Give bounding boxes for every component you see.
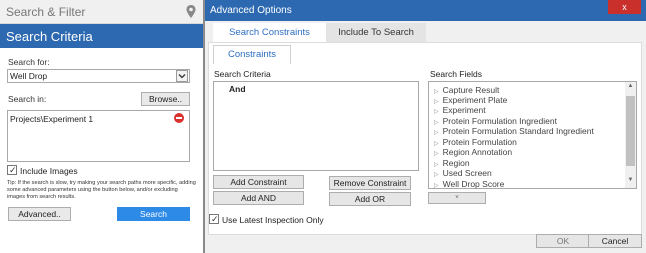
search-criteria-label: Search Criteria — [214, 69, 271, 79]
close-button[interactable]: x — [608, 0, 641, 14]
pin-icon[interactable] — [186, 5, 196, 19]
expand-triangle-icon[interactable]: ▷ — [434, 151, 439, 157]
list-item[interactable]: ▷ Region Annotation — [434, 147, 512, 157]
list-item[interactable]: ▷ Capture Result — [434, 85, 499, 95]
expand-triangle-icon[interactable]: ▷ — [434, 172, 439, 178]
search-filter-title: Search & Filter — [6, 5, 86, 19]
list-item[interactable]: ▷ Region — [434, 158, 470, 168]
advanced-button[interactable]: Advanced.. — [8, 207, 71, 221]
remove-constraint-button[interactable]: Remove Constraint — [329, 176, 411, 190]
list-item[interactable]: ▷ Well Drop Score — [434, 179, 504, 189]
list-item[interactable]: ▷ Protein Formulation — [434, 137, 517, 147]
tab-search-constraints[interactable]: Search Constraints — [213, 23, 326, 42]
scroll-down-icon[interactable]: ▼ — [626, 177, 635, 187]
add-or-button[interactable]: Add OR — [329, 192, 411, 206]
scrollbar-thumb[interactable] — [626, 96, 635, 166]
add-constraint-button[interactable]: Add Constraint — [213, 175, 304, 189]
chevron-down-icon[interactable]: ˅ — [455, 195, 459, 201]
search-for-value: Well Drop — [10, 71, 48, 81]
list-item[interactable]: ▷ Experiment Plate — [434, 95, 507, 105]
include-images-label: Include Images — [20, 166, 78, 176]
search-in-label: Search in: — [8, 94, 47, 104]
search-path-item[interactable]: Projects\Experiment 1 — [10, 114, 93, 124]
scroll-up-icon[interactable]: ▲ — [626, 83, 635, 93]
ok-button[interactable]: OK — [536, 234, 590, 248]
dialog-title: Advanced Options — [210, 5, 292, 16]
expand-triangle-icon[interactable]: ▷ — [434, 130, 439, 136]
list-item[interactable]: ▷ Experiment — [434, 105, 486, 115]
tip-text: Tip: If the search is slow, try making y… — [7, 180, 196, 200]
search-for-label: Search for: — [8, 57, 50, 67]
tab-include-to-search[interactable]: Include To Search — [326, 23, 426, 42]
field-dropdown[interactable]: ˅ — [428, 192, 486, 204]
list-item[interactable]: ▷ Protein Formulation Ingredient — [434, 116, 557, 126]
search-criteria-title: Search Criteria — [6, 29, 93, 44]
criteria-tree[interactable] — [213, 81, 419, 171]
browse-button[interactable]: Browse.. — [141, 92, 190, 106]
list-item[interactable]: ▷ Used Screen — [434, 168, 492, 178]
list-item[interactable]: ▷ Protein Formulation Standard Ingredient — [434, 126, 594, 136]
search-fields-label: Search Fields — [430, 69, 482, 79]
use-latest-inspection-checkbox[interactable]: ✓ — [209, 214, 219, 224]
criteria-and-node[interactable]: And — [229, 84, 246, 94]
expand-triangle-icon[interactable]: ▷ — [434, 109, 439, 115]
remove-path-icon[interactable] — [174, 113, 184, 123]
search-button[interactable]: Search — [117, 207, 190, 221]
tab-constraints[interactable]: Constraints — [213, 45, 291, 64]
add-and-button[interactable]: Add AND — [213, 191, 304, 205]
use-latest-inspection-label: Use Latest Inspection Only — [222, 215, 324, 225]
expand-triangle-icon[interactable]: ▷ — [434, 183, 439, 189]
chevron-down-icon[interactable] — [176, 70, 188, 82]
include-images-checkbox[interactable]: ✓ — [7, 165, 17, 175]
cancel-button[interactable]: Cancel — [588, 234, 642, 248]
